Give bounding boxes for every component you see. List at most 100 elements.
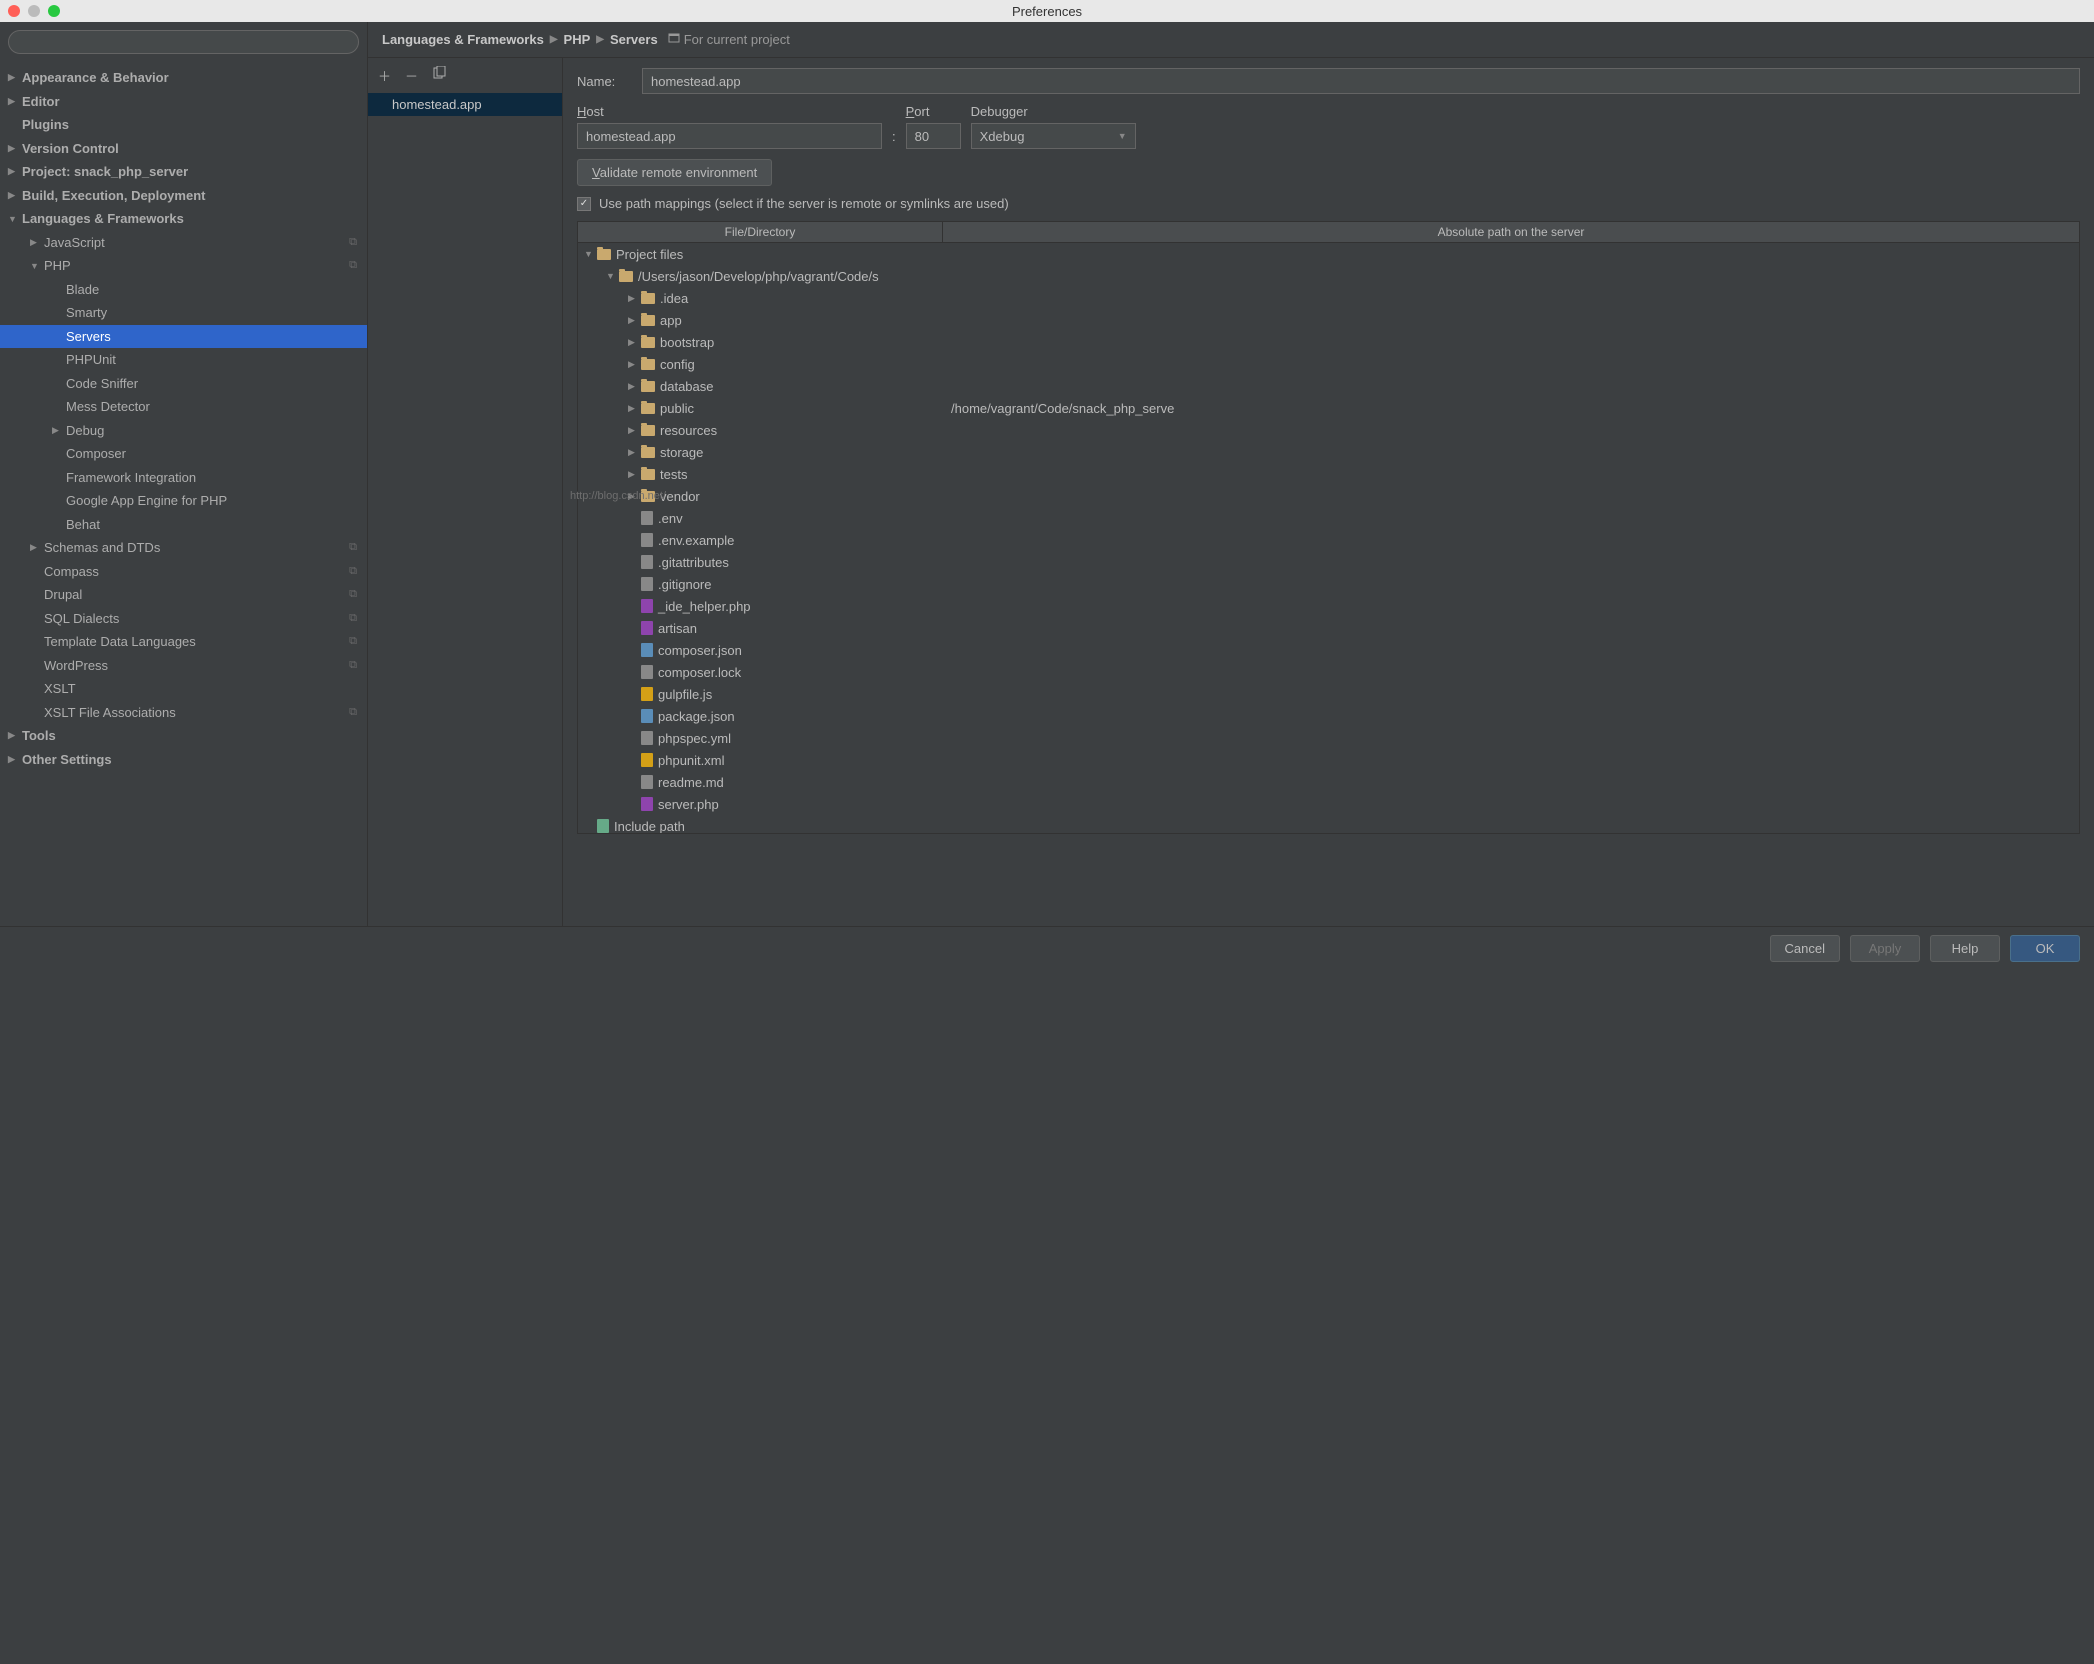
sidebar-item-label: Template Data Languages [44,634,196,649]
file-tree-row[interactable]: ▶config [578,353,2079,375]
sidebar-item[interactable]: ▶Editor [0,90,367,114]
breadcrumb-part[interactable]: PHP [564,32,591,47]
validate-button[interactable]: VValidate remote environmentalidate remo… [577,159,772,186]
file-tree-row[interactable]: ▶public/home/vagrant/Code/snack_php_serv… [578,397,2079,419]
sidebar-item[interactable]: ▶Build, Execution, Deployment [0,184,367,208]
file-name: .env [658,511,683,526]
sidebar-item[interactable]: Behat [0,513,367,537]
file-tree-row[interactable]: artisan [578,617,2079,639]
file-tree-row[interactable]: ▶app [578,309,2079,331]
sidebar-item[interactable]: ▶Project: snack_php_server [0,160,367,184]
sidebar-item[interactable]: ▶Tools [0,724,367,748]
mapping-path-cell[interactable]: /home/vagrant/Code/snack_php_serve [943,401,2079,416]
file-tree-row[interactable]: ▶ database [578,375,2079,397]
file-tree-row[interactable]: ▶.idea [578,287,2079,309]
file-tree-row[interactable]: .gitignore [578,573,2079,595]
file-tree-row[interactable]: composer.lock [578,661,2079,683]
sidebar-item[interactable]: Code Sniffer [0,372,367,396]
sidebar-item[interactable]: ▶Other Settings [0,748,367,772]
sidebar-item[interactable]: WordPress⧉ [0,654,367,678]
debugger-select[interactable]: Xdebug ▼ [971,123,1136,149]
file-tree-row[interactable]: server.php [578,793,2079,815]
server-list[interactable]: homestead.app [368,93,562,926]
remove-server-button[interactable]: － [405,66,418,85]
sidebar-item-label: Schemas and DTDs [44,540,160,555]
file-name: .idea [660,291,688,306]
sidebar-item[interactable]: Blade [0,278,367,302]
file-tree-row[interactable]: package.json [578,705,2079,727]
folder-icon [641,293,655,304]
breadcrumb-part[interactable]: Languages & Frameworks [382,32,544,47]
file-tree-row[interactable]: composer.json [578,639,2079,661]
use-path-mappings-checkbox[interactable]: ✓ [577,197,591,211]
sidebar-item-label: Tools [22,728,56,743]
file-name: public [660,401,694,416]
file-name: database [660,379,714,394]
server-list-pane: ＋ － homestead.app [368,58,563,926]
file-tree-row[interactable]: ▶vendor [578,485,2079,507]
sidebar-item[interactable]: ▶Version Control [0,137,367,161]
sidebar-item[interactable]: Smarty [0,301,367,325]
sidebar-item[interactable]: ▼PHP⧉ [0,254,367,278]
ok-button[interactable]: OK [2010,935,2080,962]
sidebar-item[interactable]: Drupal⧉ [0,583,367,607]
sidebar-item[interactable]: ▶JavaScript⧉ [0,231,367,255]
chevron-right-icon: ▶ [8,166,18,177]
chevron-right-icon: ▶ [628,381,638,392]
server-item[interactable]: homestead.app [368,93,562,116]
file-tree-row[interactable]: ▶tests [578,463,2079,485]
sidebar-item[interactable]: Google App Engine for PHP [0,489,367,513]
maximize-window-button[interactable] [48,5,60,17]
file-tree-row[interactable]: readme.md [578,771,2079,793]
sidebar-item[interactable]: Servers [0,325,367,349]
file-tree-row[interactable]: ▶bootstrap [578,331,2079,353]
file-tree-row[interactable]: _ide_helper.php [578,595,2079,617]
sidebar-item-label: Behat [66,517,100,532]
sidebar-item[interactable]: SQL Dialects⧉ [0,607,367,631]
sidebar-item[interactable]: XSLT [0,677,367,701]
sidebar-item[interactable]: Mess Detector [0,395,367,419]
sidebar-item[interactable]: ▶Debug [0,419,367,443]
copy-server-button[interactable] [432,66,446,85]
folder-icon [641,425,655,436]
file-tree-row[interactable]: Include path [578,815,2079,833]
file-tree-row[interactable]: gulpfile.js [578,683,2079,705]
file-tree-row[interactable]: .env.example [578,529,2079,551]
file-tree-row[interactable]: ▼Project files [578,243,2079,265]
sidebar-item[interactable]: Compass⧉ [0,560,367,584]
sidebar-item-label: Smarty [66,305,107,320]
sidebar-item[interactable]: Composer [0,442,367,466]
col-absolute-path[interactable]: Absolute path on the server [943,222,2079,242]
file-tree-row[interactable]: .gitattributes [578,551,2079,573]
use-path-mappings-label[interactable]: Use path mappings (select if the server … [599,196,1009,211]
col-file-directory[interactable]: File/Directory [578,222,943,242]
file-tree-row[interactable]: .env [578,507,2079,529]
close-window-button[interactable] [8,5,20,17]
file-tree-row[interactable]: ▶resources [578,419,2079,441]
sidebar-item[interactable]: ▼Languages & Frameworks [0,207,367,231]
help-button[interactable]: Help [1930,935,2000,962]
settings-tree[interactable]: ▶Appearance & Behavior▶EditorPlugins▶Ver… [0,62,367,926]
file-tree-row[interactable]: phpspec.yml [578,727,2079,749]
add-server-button[interactable]: ＋ [378,66,391,85]
file-tree-row[interactable]: ▼/Users/jason/Develop/php/vagrant/Code/s [578,265,2079,287]
sidebar-item[interactable]: ▶Appearance & Behavior [0,66,367,90]
search-input[interactable] [8,30,359,54]
sidebar-item[interactable]: PHPUnit [0,348,367,372]
sidebar-item[interactable]: Framework Integration [0,466,367,490]
host-input[interactable] [577,123,882,149]
port-input[interactable] [906,123,961,149]
file-name: composer.lock [658,665,741,680]
sidebar-item[interactable]: XSLT File Associations⧉ [0,701,367,725]
minimize-window-button[interactable] [28,5,40,17]
file-tree-row[interactable]: phpunit.xml [578,749,2079,771]
file-icon [641,775,653,789]
sidebar-item[interactable]: ▶Schemas and DTDs⧉ [0,536,367,560]
cancel-button[interactable]: Cancel [1770,935,1840,962]
name-input[interactable] [642,68,2080,94]
apply-button[interactable]: Apply [1850,935,1920,962]
sidebar-item[interactable]: Template Data Languages⧉ [0,630,367,654]
sidebar-item[interactable]: Plugins [0,113,367,137]
file-tree-row[interactable]: ▶storage [578,441,2079,463]
mapping-body[interactable]: ▼Project files▼/Users/jason/Develop/php/… [578,243,2079,833]
